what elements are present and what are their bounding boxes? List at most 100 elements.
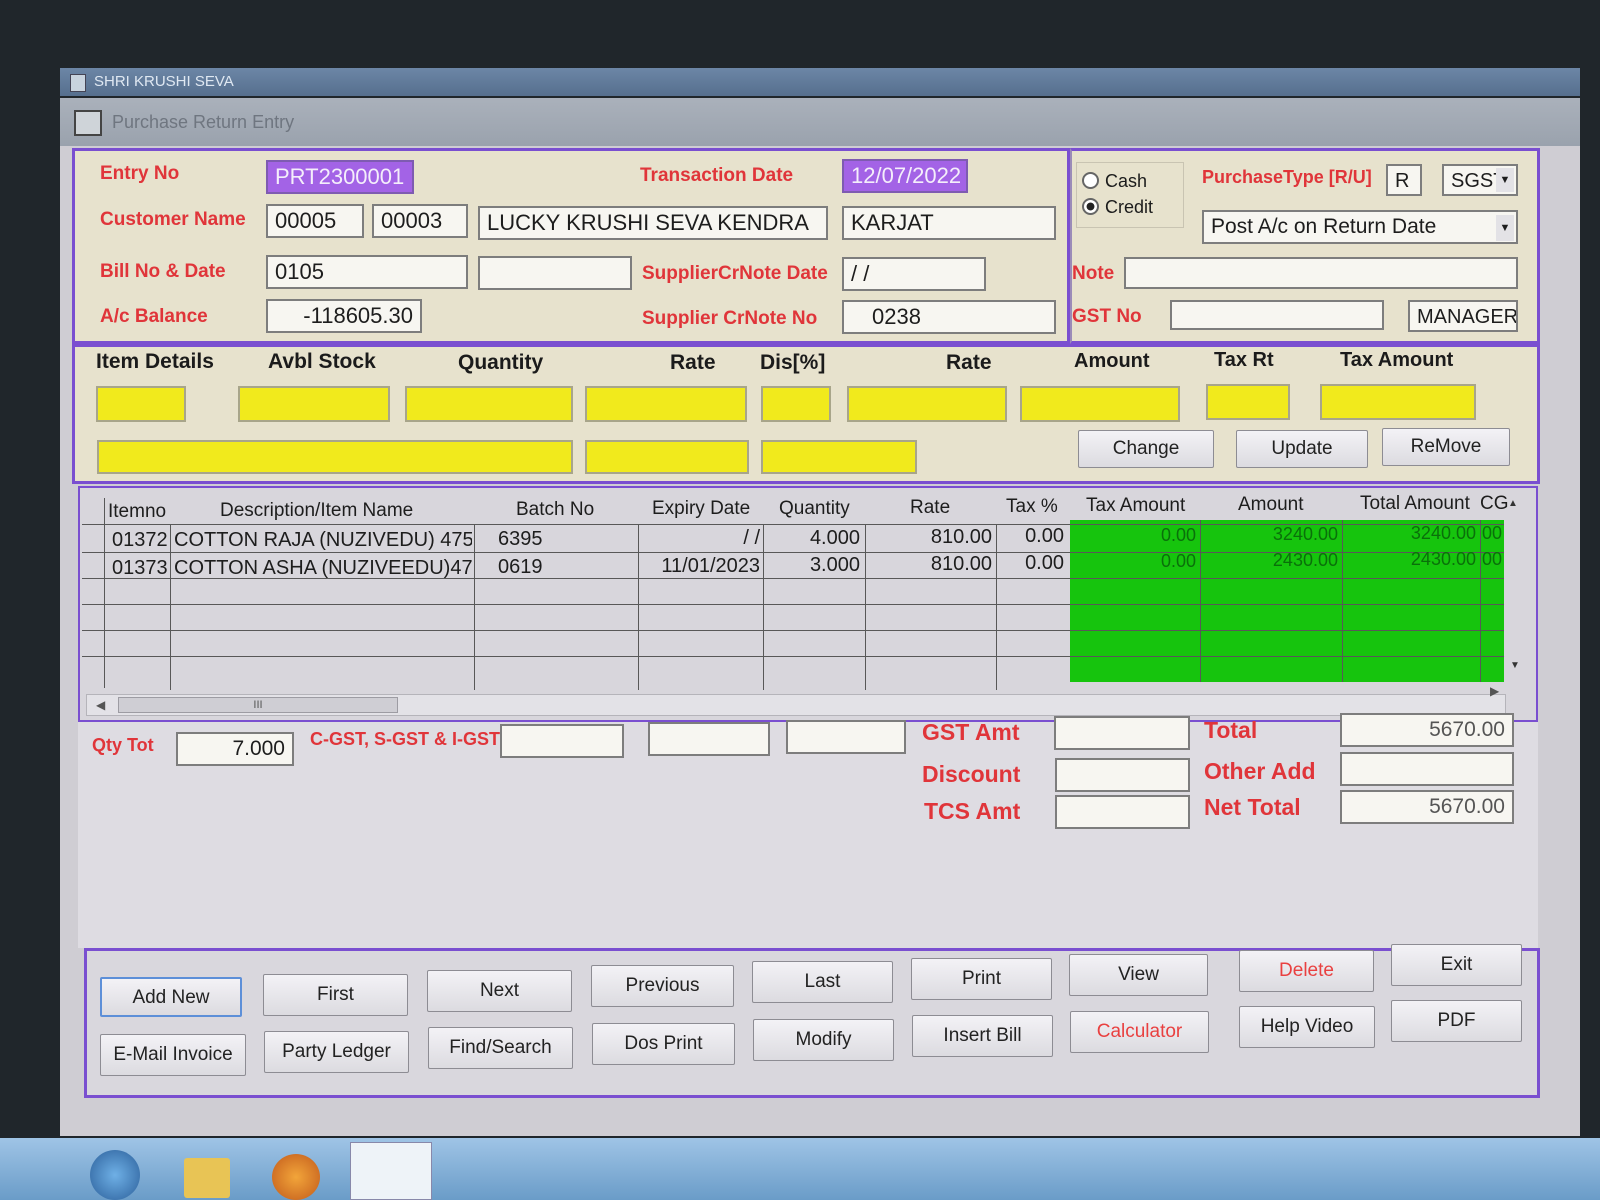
gst-type-select[interactable]: SGST ▼ — [1442, 164, 1518, 196]
entry-no-field[interactable]: PRT2300001 — [266, 160, 414, 194]
row2-tax-pct[interactable]: 0.00 — [998, 552, 1064, 575]
dos-print-button[interactable]: Dos Print — [592, 1023, 735, 1065]
row2-itemno[interactable]: 01373 — [112, 557, 168, 580]
remove-button[interactable]: ReMove — [1382, 428, 1510, 466]
tax-amount-input[interactable] — [1320, 384, 1476, 420]
discount-field[interactable] — [1055, 758, 1190, 792]
amount-input[interactable] — [1020, 386, 1180, 422]
row1-amount[interactable]: 3240.00 — [1202, 524, 1338, 545]
print-button[interactable]: Print — [911, 958, 1052, 1000]
customer-name-field[interactable]: LUCKY KRUSHI SEVA KENDRA — [478, 206, 828, 240]
next-button[interactable]: Next — [427, 970, 572, 1012]
col-header-quantity[interactable]: Quantity — [779, 498, 850, 520]
transaction-date-field[interactable]: 12/07/2022 — [842, 159, 968, 193]
insert-bill-button[interactable]: Insert Bill — [912, 1015, 1053, 1057]
row1-cg[interactable]: 00 — [1482, 523, 1502, 544]
row1-tax-amount[interactable]: 0.00 — [1072, 525, 1196, 546]
col-header-itemno[interactable]: Itemno — [108, 501, 166, 523]
supplier-crnote-date-field[interactable]: / / — [842, 257, 986, 291]
scroll-right-icon[interactable]: ▶ — [1490, 684, 1499, 698]
add-new-button[interactable]: Add New — [100, 977, 242, 1017]
bill-no-field[interactable]: 0105 — [266, 255, 468, 289]
user-field: MANAGER — [1408, 300, 1518, 332]
customer-city-field[interactable]: KARJAT — [842, 206, 1056, 240]
browser-icon[interactable] — [272, 1154, 320, 1200]
credit-radio[interactable]: Credit — [1082, 197, 1153, 218]
row1-tax-pct[interactable]: 0.00 — [998, 525, 1064, 548]
gst-no-field[interactable] — [1170, 300, 1384, 330]
row1-expiry[interactable]: / / — [640, 527, 760, 550]
row1-rate[interactable]: 810.00 — [868, 526, 992, 549]
delete-button[interactable]: Delete — [1239, 950, 1374, 992]
row1-itemno[interactable]: 01372 — [112, 529, 168, 552]
tax-rate-input[interactable] — [1206, 384, 1290, 420]
cash-radio[interactable]: Cash — [1082, 171, 1147, 192]
customer-code-1-field[interactable]: 00005 — [266, 204, 364, 238]
calculator-button[interactable]: Calculator — [1070, 1011, 1209, 1053]
scroll-down-icon[interactable]: ▼ — [1510, 660, 1520, 671]
col-header-cg[interactable]: CG — [1480, 493, 1509, 515]
tcs-amt-field[interactable] — [1055, 795, 1190, 829]
row2-description[interactable]: COTTON ASHA (NUZIVEEDU)475 — [174, 557, 472, 580]
row2-amount[interactable]: 2430.00 — [1202, 550, 1338, 571]
col-header-total-amount[interactable]: Total Amount — [1360, 493, 1470, 515]
row2-quantity[interactable]: 3.000 — [766, 554, 860, 577]
col-header-rate[interactable]: Rate — [910, 497, 950, 519]
discount-input[interactable] — [761, 386, 831, 422]
chevron-down-icon[interactable]: ▼ — [1496, 168, 1514, 192]
customer-code-2-field[interactable]: 00003 — [372, 204, 468, 238]
quantity-input[interactable] — [405, 386, 573, 422]
row2-batch[interactable]: 0619 — [498, 556, 543, 579]
taskbar-app-button[interactable] — [350, 1142, 432, 1200]
batch-input[interactable] — [585, 440, 749, 474]
col-header-tax-pct[interactable]: Tax % — [1006, 496, 1058, 518]
view-button[interactable]: View — [1069, 954, 1208, 996]
chevron-down-icon[interactable]: ▼ — [1496, 215, 1514, 241]
col-header-tax-amount[interactable]: Tax Amount — [1086, 495, 1185, 517]
row2-total-amount[interactable]: 2430.00 — [1344, 549, 1476, 570]
modify-button[interactable]: Modify — [753, 1019, 894, 1061]
row1-batch[interactable]: 6395 — [498, 528, 543, 551]
find-search-button[interactable]: Find/Search — [428, 1027, 573, 1069]
update-button[interactable]: Update — [1236, 430, 1368, 468]
grid-line — [996, 524, 997, 690]
scroll-left-icon[interactable]: ◀ — [96, 698, 105, 712]
note-field[interactable] — [1124, 257, 1518, 289]
scroll-up-icon[interactable]: ▲ — [1508, 498, 1518, 509]
net-rate-input[interactable] — [847, 386, 1007, 422]
scroll-thumb[interactable]: III — [118, 697, 398, 713]
expiry-input[interactable] — [761, 440, 917, 474]
rate-input[interactable] — [585, 386, 747, 422]
item-name-input[interactable] — [97, 440, 573, 474]
first-button[interactable]: First — [263, 974, 408, 1016]
col-header-amount[interactable]: Amount — [1238, 494, 1303, 516]
item-details-input[interactable] — [96, 386, 186, 422]
row1-total-amount[interactable]: 3240.00 — [1344, 523, 1476, 544]
last-button[interactable]: Last — [752, 961, 893, 1003]
change-button[interactable]: Change — [1078, 430, 1214, 468]
party-ledger-button[interactable]: Party Ledger — [264, 1031, 409, 1073]
exit-button[interactable]: Exit — [1391, 944, 1522, 986]
start-button[interactable] — [90, 1150, 140, 1200]
col-header-expiry[interactable]: Expiry Date — [652, 498, 750, 520]
row2-tax-amount[interactable]: 0.00 — [1072, 551, 1196, 572]
previous-button[interactable]: Previous — [591, 965, 734, 1007]
help-video-button[interactable]: Help Video — [1239, 1006, 1375, 1048]
bill-date-field[interactable] — [478, 256, 632, 290]
pdf-button[interactable]: PDF — [1391, 1000, 1522, 1042]
other-add-field[interactable] — [1340, 752, 1514, 786]
email-invoice-button[interactable]: E-Mail Invoice — [100, 1034, 246, 1076]
row1-description[interactable]: COTTON RAJA (NUZIVEDU) 475G — [174, 529, 472, 552]
folder-icon[interactable] — [184, 1158, 230, 1198]
posting-option-select[interactable]: Post A/c on Return Date ▼ — [1202, 210, 1518, 244]
row2-cg[interactable]: 00 — [1482, 549, 1502, 570]
purchase-type-field[interactable]: R — [1386, 164, 1422, 196]
row2-rate[interactable]: 810.00 — [868, 553, 992, 576]
supplier-crnote-no-field[interactable]: 0238 — [842, 300, 1056, 334]
col-header-batch[interactable]: Batch No — [516, 499, 594, 521]
col-header-description[interactable]: Description/Item Name — [220, 500, 413, 522]
row1-quantity[interactable]: 4.000 — [766, 527, 860, 550]
grid-line — [1342, 520, 1343, 682]
totals-area — [78, 722, 1538, 948]
row2-expiry[interactable]: 11/01/2023 — [640, 555, 760, 578]
